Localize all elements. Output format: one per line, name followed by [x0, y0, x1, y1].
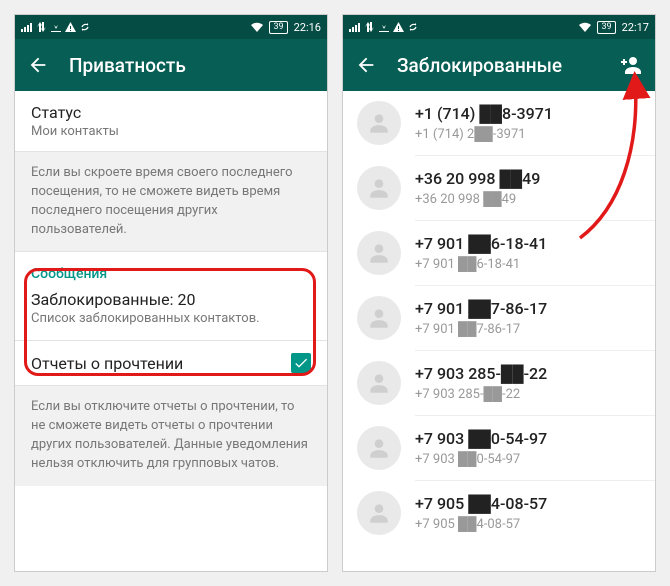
contact-row[interactable]: +7 901 ██6-18-41 +7 901 ██6-18-41 — [343, 221, 655, 285]
page-title: Заблокированные — [397, 54, 562, 77]
download-icon — [51, 22, 61, 32]
contact-primary: +36 20 998 ██49 — [415, 169, 540, 189]
statusbar: 39 22:17 — [343, 15, 655, 39]
category-messages: Сообщения — [31, 266, 311, 282]
contact-secondary: +36 20 998 ██49 — [415, 191, 540, 207]
battery-indicator: 39 — [597, 21, 615, 34]
sync-icon — [80, 22, 90, 32]
last-seen-note: Если вы скроете время своего последнего … — [15, 152, 327, 251]
contact-row[interactable]: +7 903 ██0-54-97 +7 903 ██0-54-97 — [343, 416, 655, 480]
statusbar: 39 22:16 — [15, 15, 327, 39]
contact-primary: +7 901 ██7-86-17 — [415, 299, 547, 319]
add-person-icon[interactable] — [619, 53, 643, 77]
contact-primary: +7 903 ██0-54-97 — [415, 429, 547, 449]
blocked-contacts-list: +1 (714) ██8-3971 +1 (714) 2██-3971 +36 20… — [343, 91, 655, 571]
mobile-data-icon — [37, 22, 47, 32]
clock: 22:17 — [622, 21, 649, 34]
contact-secondary: +7 901 ██6-18-41 — [415, 256, 547, 272]
row-status-title: Статус — [31, 103, 311, 122]
contact-secondary: +7 903 285-██-22 — [415, 386, 547, 402]
avatar-icon — [357, 296, 401, 340]
privacy-content: Статус Мои контакты Если вы скроете врем… — [15, 91, 327, 571]
contact-row[interactable]: +36 20 998 ██49 +36 20 998 ██49 — [343, 156, 655, 220]
warning-icon — [65, 22, 76, 32]
signal-icon — [21, 22, 33, 32]
wifi-icon — [579, 22, 591, 32]
row-blocked[interactable]: Сообщения Заблокированные: 20 Список заб… — [15, 252, 327, 340]
battery-indicator: 39 — [269, 21, 287, 34]
page-title: Приватность — [69, 54, 186, 77]
contact-row[interactable]: +7 901 ██7-86-17 +7 901 ██7-86-17 — [343, 286, 655, 350]
contact-secondary: +1 (714) 2██-3971 — [415, 126, 553, 142]
signal-icon — [349, 22, 361, 32]
contact-secondary: +7 903 ██0-54-97 — [415, 451, 547, 467]
mobile-data-icon — [365, 22, 375, 32]
phone-privacy: 39 22:16 Приватность Статус Мои контакты… — [14, 14, 328, 572]
contact-row[interactable]: +7 905 ██4-08-57 +7 905 ██4-08-57 — [343, 481, 655, 545]
contact-secondary: +7 905 ██4-08-57 — [415, 516, 547, 532]
contact-row[interactable]: +7 903 285-██-22 +7 903 285-██-22 — [343, 351, 655, 415]
avatar-icon — [357, 491, 401, 535]
contact-primary: +1 (714) ██8-3971 — [415, 104, 553, 124]
warning-icon — [393, 22, 404, 32]
avatar-icon — [357, 166, 401, 210]
download-icon — [379, 22, 389, 32]
row-blocked-sub: Список заблокированных контактов. — [31, 311, 311, 326]
sync-icon — [408, 22, 418, 32]
checkbox-checked-icon[interactable] — [291, 353, 311, 373]
avatar-icon — [357, 426, 401, 470]
clock: 22:16 — [294, 21, 321, 34]
contact-primary: +7 903 285-██-22 — [415, 364, 547, 384]
back-icon[interactable] — [355, 54, 377, 76]
contact-row[interactable]: +1 (714) ██8-3971 +1 (714) 2██-3971 — [343, 91, 655, 155]
read-receipts-note: Если вы отключите отчеты о прочтении, то… — [15, 386, 327, 485]
phone-blocked: 39 22:17 Заблокированные +1 (714) ██8-39… — [342, 14, 656, 572]
appbar-privacy: Приватность — [15, 39, 327, 91]
avatar-icon — [357, 231, 401, 275]
contact-primary: +7 901 ██6-18-41 — [415, 234, 547, 254]
row-read-receipts[interactable]: Отчеты о прочтении — [15, 341, 327, 385]
avatar-icon — [357, 101, 401, 145]
avatar-icon — [357, 361, 401, 405]
row-status[interactable]: Статус Мои контакты — [15, 91, 327, 151]
back-icon[interactable] — [27, 54, 49, 76]
row-status-sub: Мои контакты — [31, 124, 311, 139]
wifi-icon — [251, 22, 263, 32]
appbar-blocked: Заблокированные — [343, 39, 655, 91]
contact-secondary: +7 901 ██7-86-17 — [415, 321, 547, 337]
contact-primary: +7 905 ██4-08-57 — [415, 494, 547, 514]
row-blocked-title: Заблокированные: 20 — [31, 290, 311, 309]
row-read-receipts-title: Отчеты о прочтении — [31, 354, 291, 373]
